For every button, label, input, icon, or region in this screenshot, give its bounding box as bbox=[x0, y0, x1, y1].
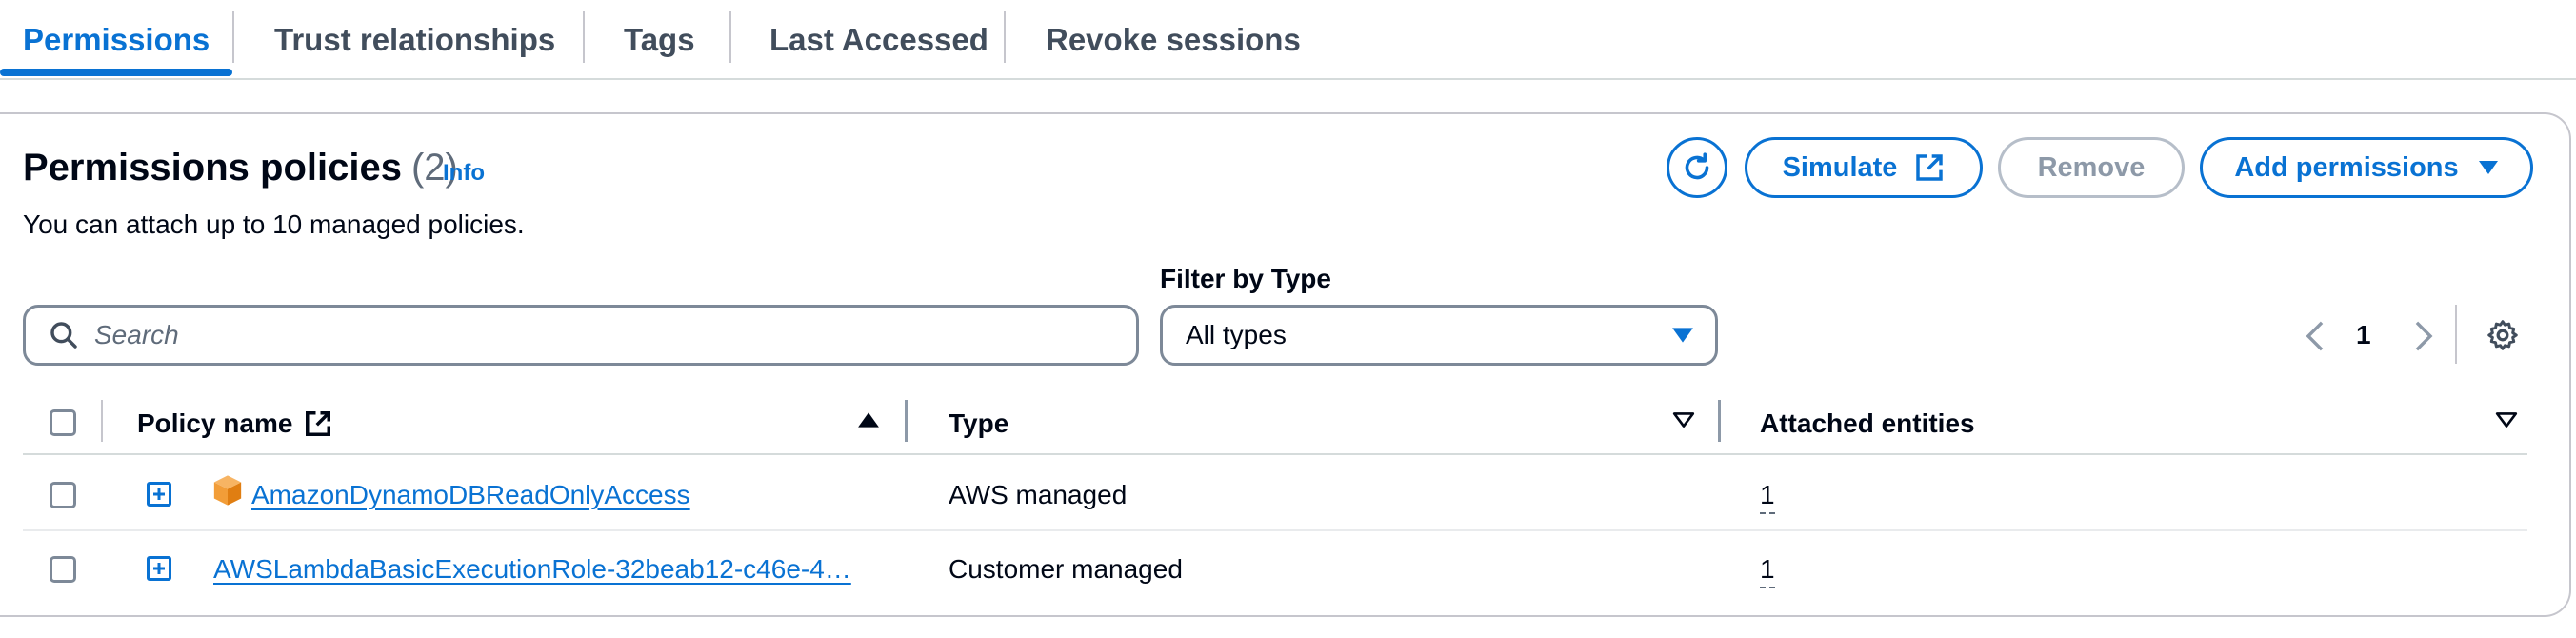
refresh-button[interactable] bbox=[1667, 137, 1727, 198]
caret-down-icon bbox=[2478, 161, 2498, 174]
column-header-type[interactable]: Type bbox=[949, 394, 1008, 453]
previous-page-icon[interactable] bbox=[2305, 320, 2326, 352]
aws-managed-cube-icon bbox=[213, 475, 242, 506]
sort-icon[interactable] bbox=[2495, 411, 2518, 429]
sort-icon[interactable] bbox=[1672, 411, 1695, 429]
simulate-label: Simulate bbox=[1782, 151, 1898, 183]
info-link[interactable]: Info bbox=[443, 160, 485, 187]
simulate-button[interactable]: Simulate bbox=[1745, 137, 1983, 198]
tab-tags[interactable]: Tags bbox=[624, 0, 695, 80]
search-icon bbox=[50, 322, 77, 349]
type-filter-value: All types bbox=[1186, 320, 1287, 349]
expand-row-button[interactable] bbox=[147, 482, 171, 507]
next-page-icon[interactable] bbox=[2413, 320, 2434, 352]
policy-name-header-label: Policy name bbox=[137, 409, 293, 438]
policy-type: AWS managed bbox=[949, 480, 1128, 509]
row-checkbox[interactable] bbox=[50, 556, 76, 583]
remove-button[interactable]: Remove bbox=[1998, 137, 2185, 198]
row-divider bbox=[23, 529, 2527, 531]
expand-row-button[interactable] bbox=[147, 556, 171, 581]
attached-entities-count[interactable]: 1 bbox=[1760, 554, 1775, 588]
tab-divider bbox=[1004, 11, 1006, 63]
select-all-checkbox[interactable] bbox=[50, 409, 76, 436]
external-link-icon bbox=[1916, 154, 1944, 181]
refresh-icon bbox=[1685, 152, 1709, 180]
current-page[interactable]: 1 bbox=[2356, 320, 2371, 350]
attached-entities-count[interactable]: 1 bbox=[1760, 480, 1775, 514]
row-checkbox[interactable] bbox=[50, 482, 76, 508]
column-divider bbox=[101, 400, 103, 442]
add-permissions-button[interactable]: Add permissions bbox=[2200, 137, 2533, 198]
caret-down-icon bbox=[1672, 328, 1693, 343]
tab-last-accessed[interactable]: Last Accessed bbox=[769, 0, 988, 80]
tab-divider bbox=[583, 11, 585, 63]
type-filter-select[interactable]: All types bbox=[1160, 305, 1718, 366]
plus-icon bbox=[153, 563, 165, 574]
add-permissions-label: Add permissions bbox=[2234, 151, 2459, 183]
column-resizer[interactable] bbox=[1718, 400, 1721, 442]
column-resizer[interactable] bbox=[905, 400, 908, 442]
page-title: Permissions policies (2) bbox=[23, 147, 458, 189]
plus-icon bbox=[153, 488, 165, 500]
settings-gear-icon[interactable] bbox=[2486, 318, 2520, 352]
external-link-icon bbox=[306, 411, 331, 436]
panel-title: Permissions policies bbox=[23, 147, 402, 189]
tab-trust-relationships[interactable]: Trust relationships bbox=[274, 0, 555, 80]
tab-revoke-sessions[interactable]: Revoke sessions bbox=[1046, 0, 1301, 80]
column-header-attached-entities[interactable]: Attached entities bbox=[1760, 394, 1975, 453]
panel-description: You can attach up to 10 managed policies… bbox=[23, 209, 525, 239]
filter-by-type-label: Filter by Type bbox=[1160, 264, 1331, 293]
sort-ascending-icon[interactable] bbox=[857, 411, 880, 429]
active-tab-indicator bbox=[0, 69, 232, 76]
table-header-divider bbox=[23, 453, 2527, 455]
tab-divider bbox=[232, 11, 234, 63]
search-input[interactable]: Search bbox=[23, 305, 1139, 366]
tab-divider bbox=[729, 11, 731, 63]
search-placeholder: Search bbox=[94, 320, 179, 349]
tab-bar: Permissions Trust relationships Tags Las… bbox=[0, 0, 2576, 80]
policy-type: Customer managed bbox=[949, 554, 1183, 584]
pager-divider bbox=[2455, 305, 2457, 364]
policy-name-link[interactable]: AmazonDynamoDBReadOnlyAccess bbox=[251, 480, 690, 510]
column-header-policy-name[interactable]: Policy name bbox=[137, 394, 332, 453]
policy-name-link[interactable]: AWSLambdaBasicExecutionRole-32beab12-c46… bbox=[213, 554, 851, 585]
